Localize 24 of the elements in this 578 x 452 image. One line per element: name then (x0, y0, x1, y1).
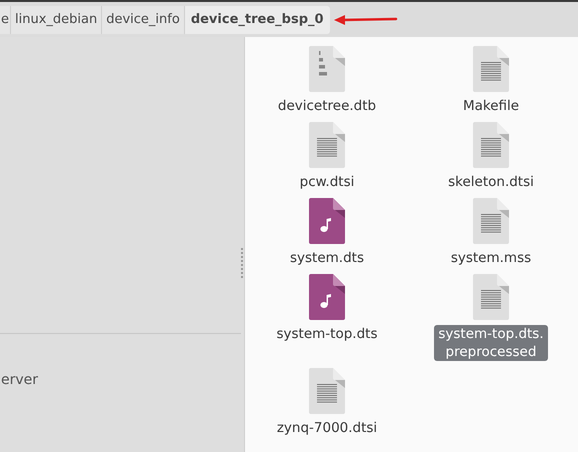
file-icon[interactable] (473, 274, 509, 320)
file-name: system-top.dts. preprocessed (434, 325, 548, 361)
file-icon[interactable] (309, 122, 345, 168)
breadcrumb-button[interactable]: device_tree_bsp_0 (184, 6, 330, 34)
file-name: system-top.dts (276, 325, 378, 343)
file-icon[interactable] (309, 198, 345, 244)
breadcrumb-button[interactable]: e (0, 6, 10, 34)
breadcrumb-button[interactable]: device_info (101, 6, 184, 34)
file-name: pcw.dtsi (298, 173, 356, 191)
file-name: devicetree.dtb (276, 97, 378, 115)
sidebar-item[interactable]: erver (1, 372, 244, 388)
file-icon[interactable] (473, 198, 509, 244)
file-name: Makefile (462, 97, 520, 115)
file-name: system.mss (450, 249, 532, 267)
file-name: skeleton.dtsi (447, 173, 535, 191)
annotation-arrow (334, 14, 398, 26)
breadcrumb-button[interactable]: linux_debian (10, 6, 102, 34)
file-icon[interactable] (473, 122, 509, 168)
splitter-grip-icon[interactable] (241, 248, 244, 278)
file-name: zynq-7000.dtsi (276, 419, 378, 437)
file-icon[interactable] (309, 368, 345, 414)
file-name: system.dts (289, 249, 365, 267)
file-icon[interactable] (309, 274, 345, 320)
file-icon[interactable] (473, 46, 509, 92)
